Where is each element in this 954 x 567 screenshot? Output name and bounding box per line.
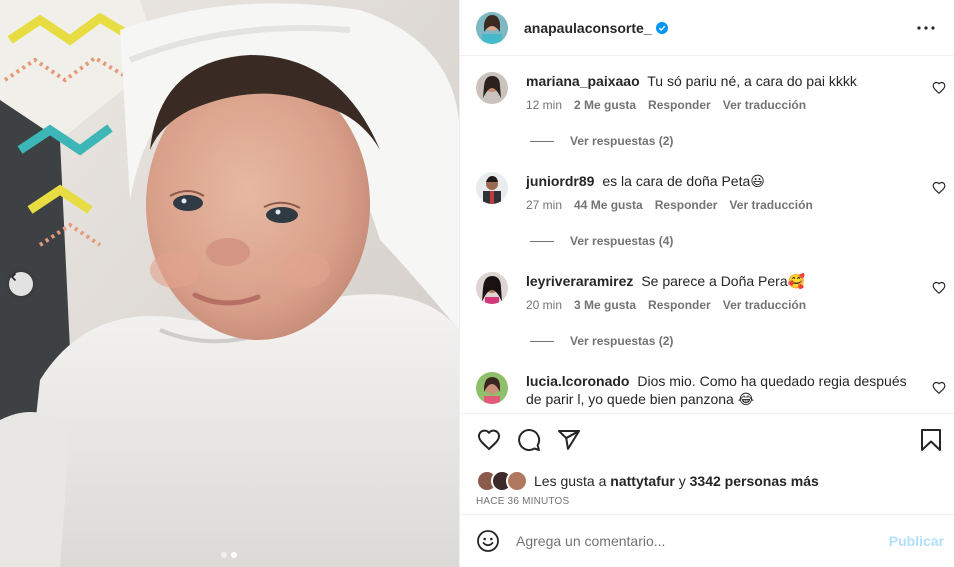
view-replies-label: Ver respuestas (2) (570, 134, 674, 148)
verified-icon (655, 21, 668, 34)
likes-summary: Les gusta a nattytafur y 3342 personas m… (460, 466, 954, 496)
replies-divider (530, 140, 554, 142)
carousel-dot-active (231, 552, 237, 558)
view-replies-button[interactable]: Ver respuestas (2) (530, 334, 673, 348)
comment-username[interactable]: leyriveraramirez (526, 273, 633, 289)
translate-button[interactable]: Ver traducción (729, 198, 812, 212)
comment-text: es la cara de doña Peta😃 (602, 173, 765, 189)
reply-button[interactable]: Responder (655, 198, 718, 212)
post-photo[interactable] (0, 0, 459, 567)
more-icon (917, 25, 935, 30)
comment-like-icon[interactable] (932, 181, 946, 195)
liker-username[interactable]: nattytafur (610, 473, 675, 489)
share-icon (558, 430, 580, 450)
comment-time[interactable]: 27 min (526, 198, 562, 212)
comment-content: lucia.lcoronado Dios mio. Como ha quedad… (526, 372, 914, 408)
comment-likes[interactable]: 3 Me gusta (574, 298, 636, 312)
comment-input[interactable] (516, 533, 889, 549)
view-replies-label: Ver respuestas (2) (570, 334, 674, 348)
post-actions (460, 414, 954, 466)
comment-meta: 20 min 3 Me gusta Responder Ver traducci… (526, 298, 806, 312)
comment-time[interactable]: 20 min (526, 298, 562, 312)
comment-text: Tu só pariu né, a cara do pai kkkk (647, 73, 857, 89)
likes-connector: y (678, 473, 686, 489)
translate-button[interactable]: Ver traducción (723, 298, 806, 312)
commenter-avatar[interactable] (476, 372, 508, 404)
avatar-image (476, 372, 508, 404)
save-button[interactable] (918, 427, 944, 453)
commenter-avatar[interactable] (476, 72, 508, 104)
comment-like-icon[interactable] (932, 81, 946, 95)
author-avatar[interactable] (476, 11, 508, 44)
view-replies-button[interactable]: Ver respuestas (4) (530, 234, 673, 248)
post-header: anapaulaconsorte_ (460, 0, 954, 56)
more-options-button[interactable] (914, 16, 938, 40)
comment-username[interactable]: juniordr89 (526, 173, 594, 189)
emoji-icon[interactable] (476, 529, 500, 553)
likes-text: Les gusta a nattytafur y 3342 personas m… (534, 473, 819, 489)
comment-like-icon[interactable] (932, 381, 946, 395)
comment-meta: 27 min 44 Me gusta Responder Ver traducc… (526, 198, 813, 212)
carousel-indicators (221, 552, 237, 558)
avatar-image (476, 172, 508, 204)
comment-likes[interactable]: 44 Me gusta (574, 198, 643, 212)
reply-button[interactable]: Responder (648, 298, 711, 312)
baby-photo-illustration (0, 0, 459, 567)
comment-text: Se parece a Doña Pera🥰 (641, 273, 806, 289)
likes-others-link[interactable]: 3342 personas más (690, 473, 819, 489)
post-timestamp[interactable]: HACE 36 MINUTOS (460, 496, 954, 516)
like-button[interactable] (476, 427, 502, 453)
author-username[interactable]: anapaulaconsorte_ (524, 20, 652, 36)
view-replies-button[interactable]: Ver respuestas (2) (530, 134, 673, 148)
carousel-prev-button[interactable] (9, 272, 33, 296)
instagram-post-modal: anapaulaconsorte_ mariana_paixaao Tu só … (0, 0, 954, 567)
avatar-image (476, 272, 508, 304)
post-side-panel: anapaulaconsorte_ mariana_paixaao Tu só … (459, 0, 954, 567)
carousel-dot (221, 552, 227, 558)
replies-divider (530, 340, 554, 342)
chevron-left-icon (10, 272, 17, 282)
replies-divider (530, 240, 554, 242)
comment-likes[interactable]: 2 Me gusta (574, 98, 636, 112)
heart-icon (477, 429, 501, 451)
add-comment-bar: Publicar (460, 514, 954, 567)
bookmark-icon (921, 429, 941, 451)
comment-username[interactable]: mariana_paixaao (526, 73, 640, 89)
publish-button[interactable]: Publicar (889, 533, 944, 549)
likes-prefix: Les gusta a (534, 473, 607, 489)
avatar-image (476, 11, 508, 44)
comments-list[interactable]: mariana_paixaao Tu só pariu né, a cara d… (460, 56, 954, 414)
comment-username[interactable]: lucia.lcoronado (526, 373, 629, 389)
avatar-image (476, 72, 508, 104)
translate-button[interactable]: Ver traducción (723, 98, 806, 112)
comment-icon (518, 429, 541, 451)
comment-time[interactable]: 12 min (526, 98, 562, 112)
liker-avatars[interactable] (476, 470, 528, 492)
reply-button[interactable]: Responder (648, 98, 711, 112)
comment-like-icon[interactable] (932, 281, 946, 295)
comment-button[interactable] (516, 427, 542, 453)
view-replies-label: Ver respuestas (4) (570, 234, 674, 248)
commenter-avatar[interactable] (476, 272, 508, 304)
comment-content: juniordr89 es la cara de doña Peta😃 (526, 172, 914, 190)
share-button[interactable] (556, 427, 582, 453)
comment-content: mariana_paixaao Tu só pariu né, a cara d… (526, 72, 914, 90)
commenter-avatar[interactable] (476, 172, 508, 204)
comment-meta: 12 min 2 Me gusta Responder Ver traducci… (526, 98, 806, 112)
comment-content: leyriveraramirez Se parece a Doña Pera🥰 (526, 272, 914, 290)
liker-avatar (506, 470, 528, 492)
